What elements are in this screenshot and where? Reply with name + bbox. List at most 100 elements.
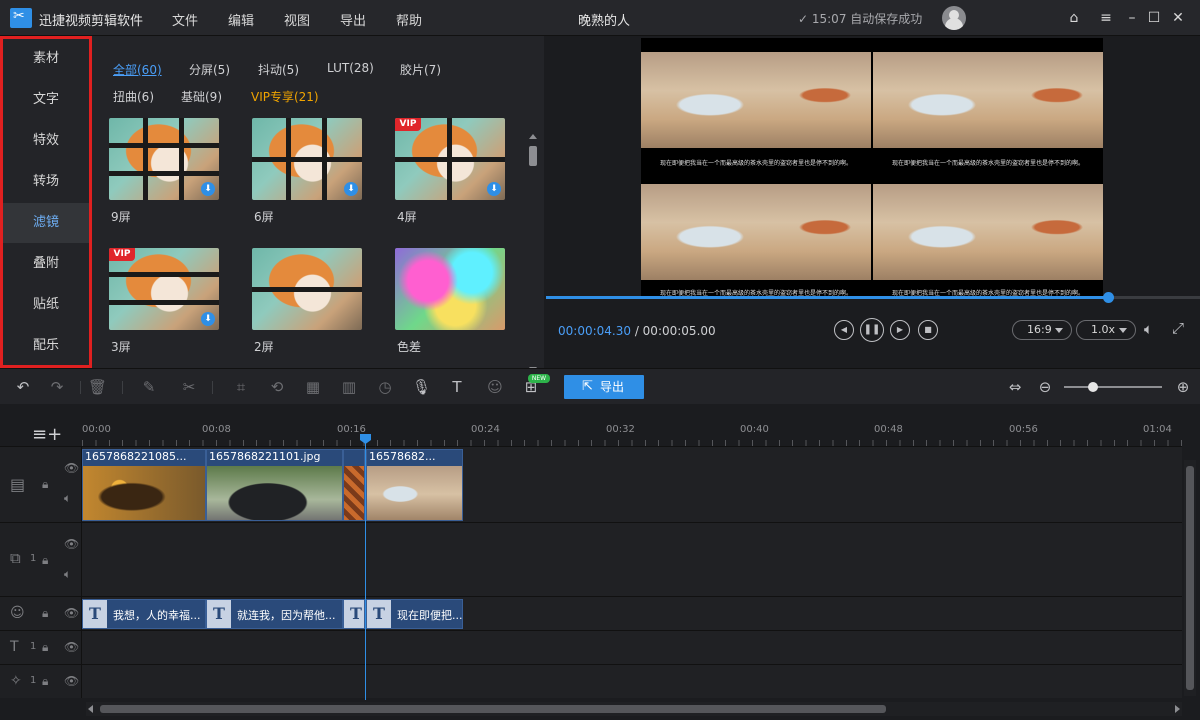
eye-icon[interactable]: 👁︎ [64,461,79,475]
zoom-in-icon[interactable]: ⊕ [1174,378,1192,396]
download-icon[interactable]: ⬇ [201,312,215,326]
lock-icon[interactable]: 🔒︎ [42,477,48,492]
lock-icon[interactable]: 🔒︎ [42,674,48,689]
filter-thumb-6-screen[interactable]: ⬇ [252,118,362,200]
stop-icon[interactable]: ■ [918,320,938,340]
video-clip[interactable]: 1657868221101.jpg [206,449,343,521]
text-clip[interactable]: T 现在即便把... [366,599,463,629]
audio-levels-icon[interactable]: ▥ [340,378,358,396]
close-icon[interactable]: ✕ [1168,8,1188,28]
category-overlay[interactable]: 叠附 [3,244,89,284]
user-avatar[interactable] [942,6,966,30]
zoom-slider[interactable] [1064,382,1162,392]
tab-split[interactable]: 分屏(5) [189,61,230,78]
tab-all[interactable]: 全部(60) [113,61,162,78]
tab-shake[interactable]: 抖动(5) [258,61,299,78]
cut-icon[interactable]: ✂ [180,378,198,396]
delete-icon[interactable]: 🗑︎ [88,378,107,396]
undo-icon[interactable]: ↶ [14,378,32,396]
record-voice-icon[interactable]: 🎙︎ [412,378,431,396]
tab-distort[interactable]: 扭曲(6) [113,88,154,105]
category-music[interactable]: 配乐 [3,326,89,366]
category-stickers[interactable]: 贴纸 [3,285,89,325]
volume-icon[interactable]: 🔈︎ [64,491,71,506]
zoom-knob[interactable] [1088,382,1099,392]
scroll-thumb[interactable] [1186,466,1194,690]
speed-select[interactable]: 1.0x [1076,320,1136,340]
volume-icon[interactable]: 🔈︎ [64,567,71,582]
video-preview[interactable]: 现在即便把我当在一个而最高级的茶水壳里的盗窃者里也是停不到的啊。 现在即便把我当… [641,38,1103,297]
download-icon[interactable]: ⬇ [487,182,501,196]
crop-icon[interactable]: ⌗ [232,378,250,396]
tab-lut[interactable]: LUT(28) [327,61,374,75]
tab-film[interactable]: 胶片(7) [400,61,441,78]
menu-edit[interactable]: 编辑 [228,10,254,29]
export-button[interactable]: 导出 [564,375,644,399]
text-clip[interactable]: T [343,599,365,629]
fullscreen-icon[interactable]: ⤢ [1172,319,1184,337]
volume-icon[interactable]: 🔈︎ [1144,320,1153,338]
filter-thumb-3-screen[interactable]: VIP ⬇ [109,248,219,330]
video-clip[interactable] [343,449,365,521]
video-clip[interactable]: 16578682... [366,449,463,521]
lock-icon[interactable]: 🔒︎ [42,553,48,568]
edit-icon[interactable]: ✎ [140,378,158,396]
text-clip[interactable]: T 就连我，因为帮他... [206,599,343,629]
category-transitions[interactable]: 转场 [3,162,89,202]
rotate-icon[interactable]: ⟲ [268,378,286,396]
lock-icon[interactable]: 🔒︎ [42,606,48,621]
menu-help[interactable]: 帮助 [396,10,422,29]
menu-export[interactable]: 导出 [340,10,366,29]
scroll-up-icon[interactable] [529,134,537,139]
home-icon[interactable]: ⌂ [1064,8,1084,28]
add-track-icon[interactable]: ≡+ [32,424,62,445]
scroll-right-icon[interactable] [1175,705,1180,713]
filter-thumb-4-screen[interactable]: VIP ⬇ [395,118,505,200]
filter-thumb-2-screen[interactable] [252,248,362,330]
scroll-left-icon[interactable] [88,705,93,713]
menu-view[interactable]: 视图 [284,10,310,29]
progress-knob[interactable] [1103,292,1115,303]
text-to-speech-icon[interactable]: T [448,378,466,396]
lock-icon[interactable]: 🔒︎ [42,640,48,655]
redo-icon[interactable]: ↷ [48,378,66,396]
prev-frame-icon[interactable]: ◀ [834,320,854,340]
timeline-vertical-scrollbar[interactable] [1184,460,1196,696]
eye-icon[interactable]: 👁︎ [64,537,79,551]
eye-icon[interactable]: 👁︎ [64,674,79,688]
playback-progress[interactable] [546,292,1200,303]
eye-icon[interactable]: 👁︎ [64,606,79,620]
scroll-thumb[interactable] [100,705,886,713]
category-filters[interactable]: 滤镜 [3,203,89,243]
maximize-icon[interactable]: ☐ [1144,8,1164,28]
category-effects[interactable]: 特效 [3,121,89,161]
pause-icon[interactable]: ❚❚ [860,318,884,342]
category-materials[interactable]: 素材 [3,39,89,79]
category-text[interactable]: 文字 [3,80,89,120]
menu-file[interactable]: 文件 [172,10,198,29]
video-clip[interactable]: 1657868221085... [82,449,206,521]
next-frame-icon[interactable]: ▶ [890,320,910,340]
minimize-icon[interactable]: – [1122,8,1142,28]
mosaic-icon[interactable]: ▦ [304,378,322,396]
zoom-out-icon[interactable]: ⊖ [1036,378,1054,396]
duration-icon[interactable]: ◷ [376,378,394,396]
ruler-label: 00:00 [82,424,111,435]
fit-timeline-icon[interactable]: ⇔ [1006,378,1024,396]
tab-vip[interactable]: VIP专享(21) [251,88,319,105]
download-icon[interactable]: ⬇ [201,182,215,196]
category-sidebar: 素材 文字 特效 转场 滤镜 叠附 贴纸 配乐 [0,36,92,368]
playhead[interactable] [365,434,366,700]
filter-scrollbar[interactable] [526,132,540,374]
voice-change-icon[interactable]: ☺ [486,378,504,396]
eye-icon[interactable]: 👁︎ [64,640,79,654]
tab-basic[interactable]: 基础(9) [181,88,222,105]
scroll-thumb[interactable] [529,146,537,166]
menu-icon[interactable]: ≡ [1096,8,1116,28]
filter-thumb-9-screen[interactable]: ⬇ [109,118,219,200]
aspect-ratio-select[interactable]: 16:9 [1012,320,1072,340]
filter-thumb-chromatic[interactable] [395,248,505,330]
download-icon[interactable]: ⬇ [344,182,358,196]
text-clip[interactable]: T 我想，人的幸福... [82,599,206,629]
timeline-horizontal-scrollbar[interactable] [86,702,1182,716]
